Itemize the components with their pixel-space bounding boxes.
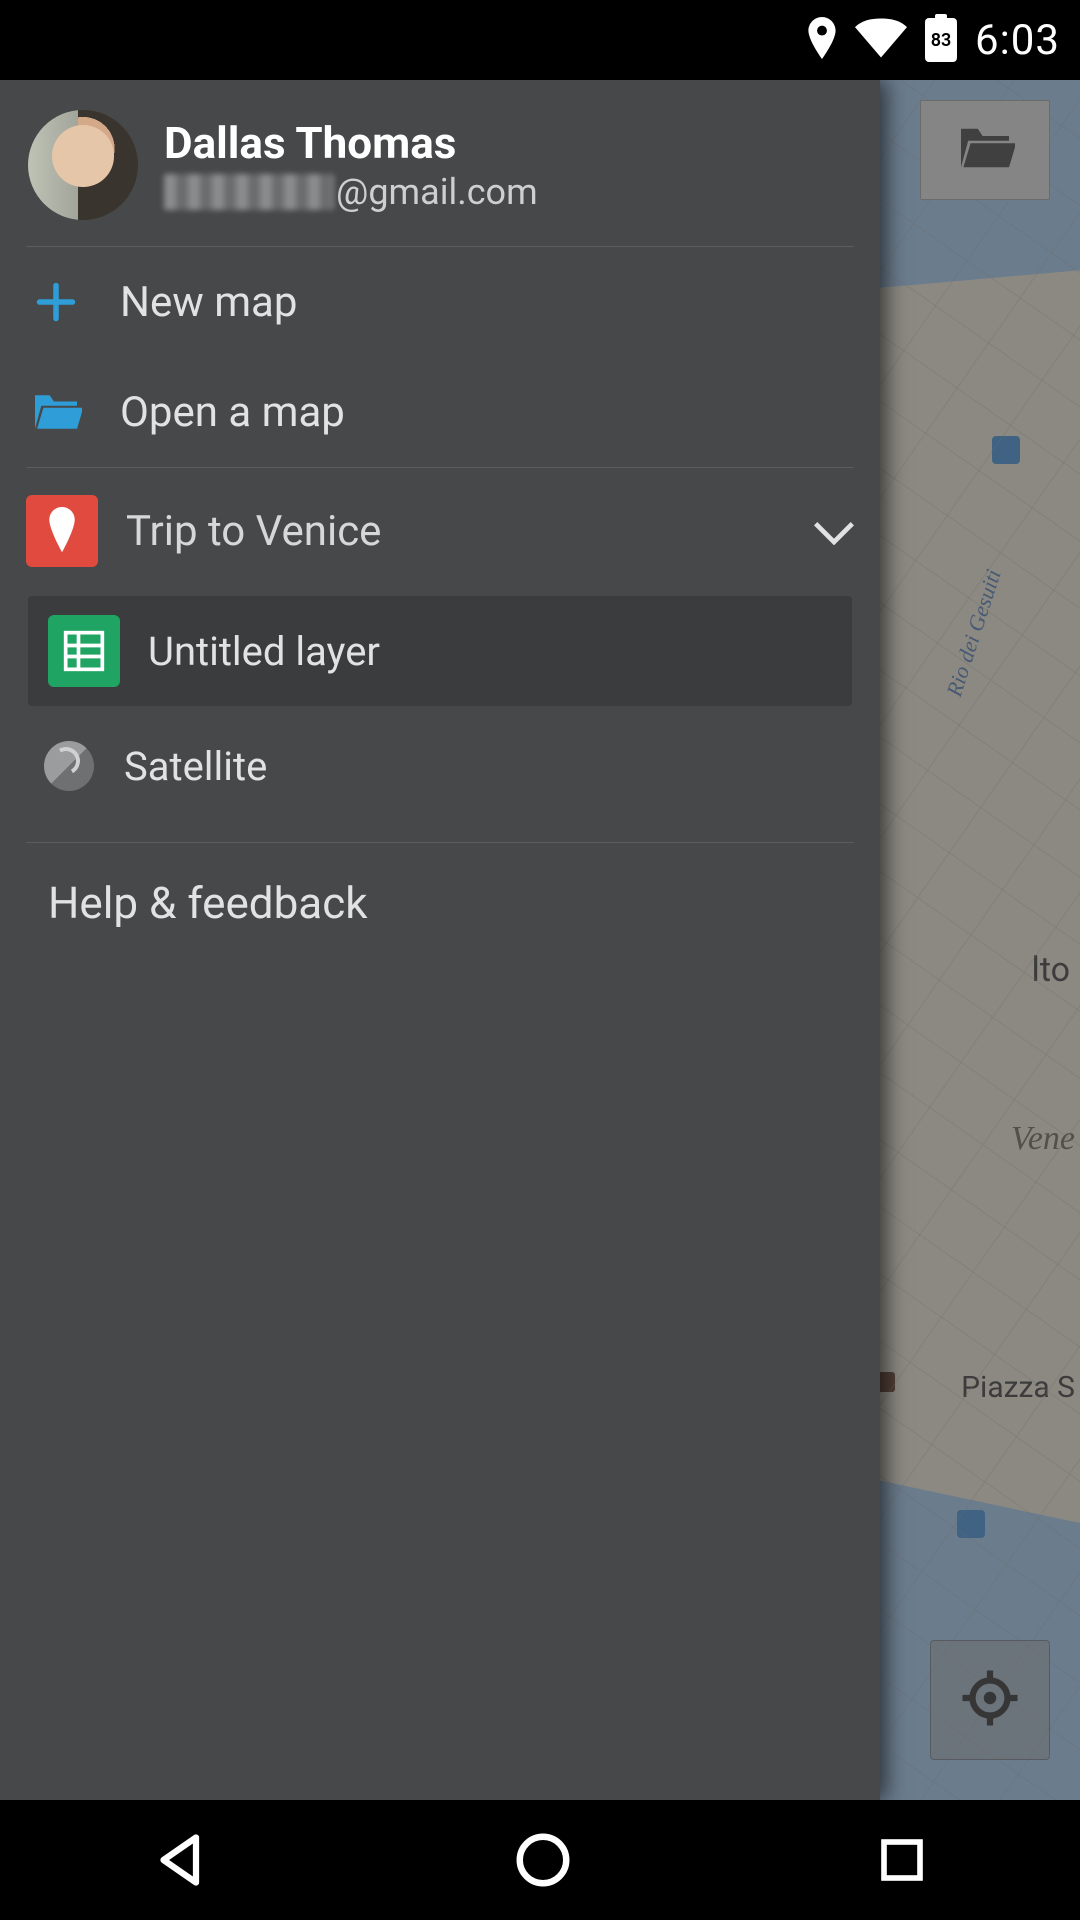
- account-email: @gmail.com: [164, 171, 538, 213]
- battery-icon: 83: [925, 18, 957, 62]
- account-header[interactable]: Dallas Thomas @gmail.com: [0, 80, 880, 246]
- battery-text: 83: [931, 30, 952, 51]
- status-time: 6:03: [975, 16, 1060, 65]
- help-feedback-item[interactable]: Help & feedback: [0, 843, 880, 963]
- folder-open-icon: [26, 391, 86, 433]
- system-nav-bar: [0, 1800, 1080, 1920]
- account-text: Dallas Thomas @gmail.com: [164, 117, 538, 213]
- home-button[interactable]: [512, 1829, 574, 1891]
- satellite-toggle[interactable]: Satellite: [0, 716, 880, 816]
- avatar: [28, 110, 138, 220]
- satellite-icon: [44, 741, 94, 791]
- email-redacted: [164, 174, 334, 210]
- layer-label: Untitled layer: [148, 628, 380, 675]
- satellite-label: Satellite: [124, 743, 267, 790]
- help-label: Help & feedback: [48, 877, 368, 929]
- location-icon: [807, 17, 837, 63]
- account-name: Dallas Thomas: [164, 117, 538, 169]
- current-map-row[interactable]: Trip to Venice: [0, 476, 880, 586]
- spreadsheet-icon: [48, 615, 120, 687]
- divider: [26, 467, 854, 468]
- map-pin-icon: [26, 495, 98, 567]
- layer-row[interactable]: Untitled layer: [28, 596, 852, 706]
- new-map-item[interactable]: New map: [0, 247, 880, 357]
- status-bar: 83 6:03: [0, 0, 1080, 80]
- recent-apps-button[interactable]: [875, 1833, 929, 1887]
- open-map-item[interactable]: Open a map: [0, 357, 880, 467]
- email-suffix: @gmail.com: [336, 171, 538, 213]
- current-map-title: Trip to Venice: [126, 507, 786, 556]
- chevron-down-icon: [814, 507, 854, 556]
- device-frame: 83 6:03 lto Vene Piazza S Rio dei Gesuit…: [0, 0, 1080, 1920]
- new-map-label: New map: [120, 278, 297, 327]
- back-button[interactable]: [151, 1830, 211, 1890]
- navigation-drawer: Dallas Thomas @gmail.com New map Open a …: [0, 80, 880, 1800]
- plus-icon: [26, 280, 86, 324]
- wifi-icon: [855, 18, 907, 62]
- app-content: lto Vene Piazza S Rio dei Gesuiti: [0, 80, 1080, 1800]
- open-map-label: Open a map: [120, 388, 345, 437]
